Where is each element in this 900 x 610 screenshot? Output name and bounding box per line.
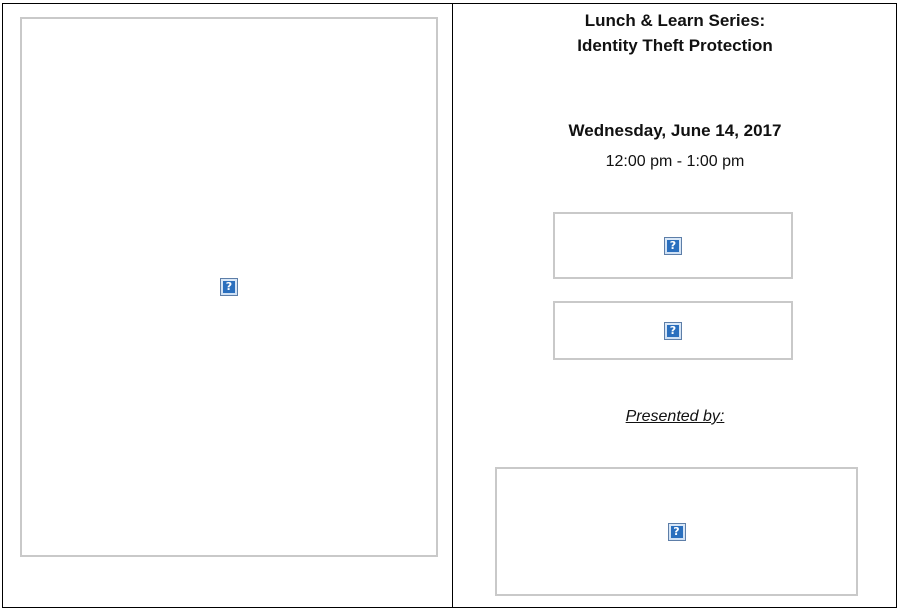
- broken-image-icon: ?: [220, 278, 238, 296]
- presented-by-label: Presented by:: [625, 408, 725, 425]
- presenter-logo-placeholder: ?: [495, 467, 858, 596]
- event-time: 12:00 pm - 1:00 pm: [605, 153, 745, 170]
- event-date: Wednesday, June 14, 2017: [568, 121, 782, 140]
- button-image-placeholder-2[interactable]: ?: [553, 301, 793, 360]
- broken-image-icon: ?: [664, 236, 682, 255]
- event-title-line1: Lunch & Learn Series:: [584, 11, 766, 30]
- broken-image-icon: ?: [667, 522, 686, 541]
- broken-image-icon: ?: [664, 321, 682, 340]
- column-divider: [452, 3, 453, 608]
- event-title-line2: Identity Theft Protection: [577, 36, 773, 55]
- event-title: Lunch & Learn Series: Identity Theft Pro…: [453, 8, 897, 58]
- button-image-placeholder-1[interactable]: ?: [553, 212, 793, 279]
- main-image-placeholder: ?: [20, 17, 438, 557]
